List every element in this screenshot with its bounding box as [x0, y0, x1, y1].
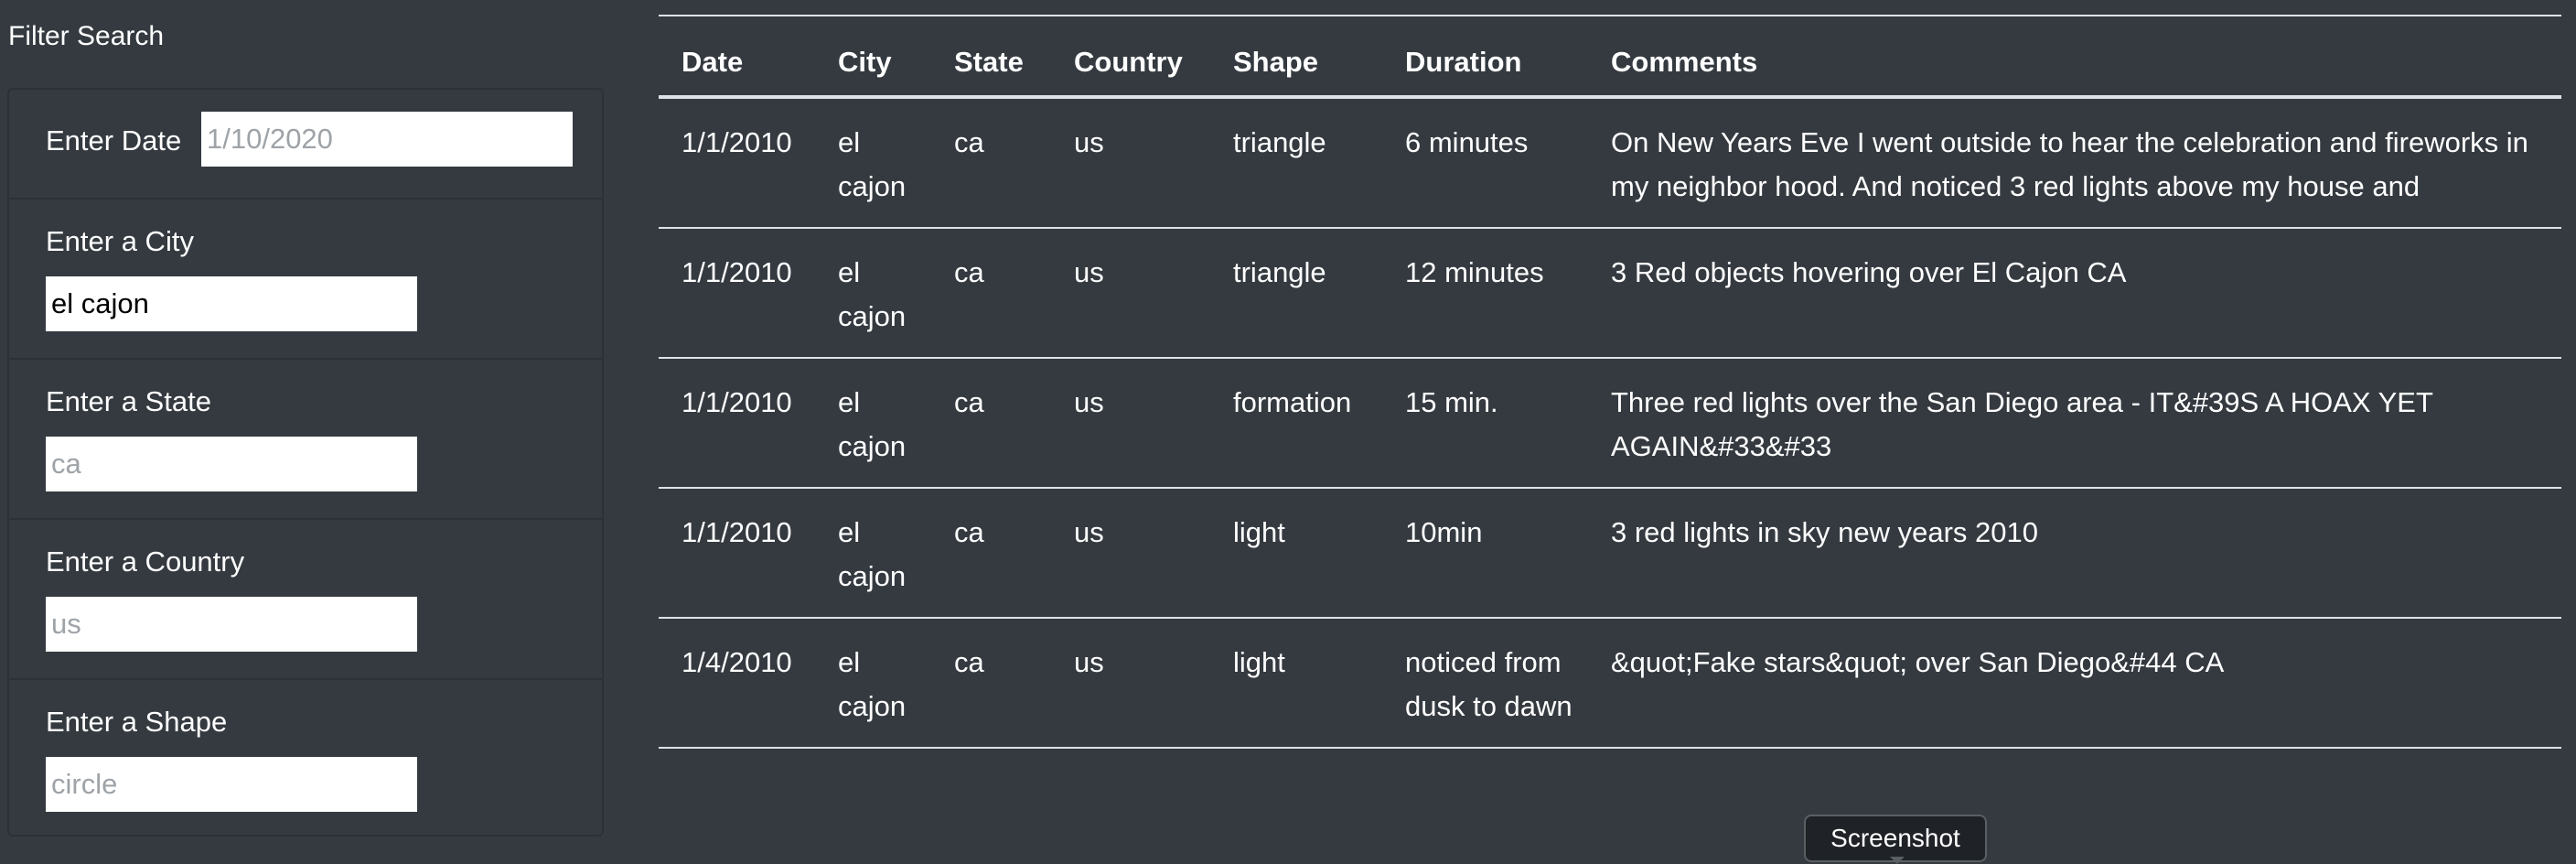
cell-duration: noticed from dusk to dawn	[1382, 618, 1588, 749]
filter-group-date: Enter Date	[9, 90, 602, 200]
cell-duration: 6 minutes	[1382, 97, 1588, 229]
shape-input[interactable]	[46, 757, 417, 812]
cell-comments: Three red lights over the San Diego area…	[1588, 358, 2561, 489]
cell-city: el cajon	[815, 228, 931, 359]
cell-state: ca	[931, 97, 1051, 229]
city-label: Enter a City	[46, 225, 194, 257]
cell-city: el cajon	[815, 97, 931, 229]
table-header-row: Date City State Country Shape Duration C…	[659, 15, 2561, 99]
filter-group-city: Enter a City	[9, 200, 602, 360]
cell-date: 1/1/2010	[659, 488, 815, 619]
filter-search-title: Filter Search	[8, 21, 165, 51]
screenshot-tooltip: Screenshot	[1804, 815, 1987, 862]
cell-state: ca	[931, 228, 1051, 359]
country-input[interactable]	[46, 597, 417, 652]
column-header-shape: Shape	[1210, 15, 1382, 99]
cell-comments: 3 Red objects hovering over El Cajon CA	[1588, 228, 2561, 359]
table-row: 1/4/2010 el cajon ca us light noticed fr…	[659, 618, 2561, 749]
state-label: Enter a State	[46, 385, 211, 417]
date-input[interactable]	[201, 112, 573, 167]
cell-country: us	[1051, 228, 1210, 359]
cell-shape: light	[1210, 488, 1382, 619]
state-input[interactable]	[46, 437, 417, 491]
cell-date: 1/4/2010	[659, 618, 815, 749]
results-table: Date City State Country Shape Duration C…	[659, 15, 2561, 749]
filter-group-country: Enter a Country	[9, 520, 602, 680]
cell-date: 1/1/2010	[659, 97, 815, 229]
cell-shape: triangle	[1210, 228, 1382, 359]
table-row: 1/1/2010 el cajon ca us formation 15 min…	[659, 358, 2561, 489]
cell-shape: triangle	[1210, 97, 1382, 229]
column-header-country: Country	[1051, 15, 1210, 99]
column-header-date: Date	[659, 15, 815, 99]
cell-city: el cajon	[815, 488, 931, 619]
country-label: Enter a Country	[46, 545, 245, 578]
cell-comments: &quot;Fake stars&quot; over San Diego&#4…	[1588, 618, 2561, 749]
cell-duration: 15 min.	[1382, 358, 1588, 489]
cell-comments: 3 red lights in sky new years 2010	[1588, 488, 2561, 619]
cell-state: ca	[931, 618, 1051, 749]
column-header-state: State	[931, 15, 1051, 99]
cell-date: 1/1/2010	[659, 358, 815, 489]
table-row: 1/1/2010 el cajon ca us triangle 12 minu…	[659, 228, 2561, 359]
shape-label: Enter a Shape	[46, 706, 228, 738]
cell-city: el cajon	[815, 358, 931, 489]
column-header-comments: Comments	[1588, 15, 2561, 99]
date-label: Enter Date	[46, 124, 182, 157]
cell-country: us	[1051, 488, 1210, 619]
cell-country: us	[1051, 358, 1210, 489]
cell-date: 1/1/2010	[659, 228, 815, 359]
cell-shape: light	[1210, 618, 1382, 749]
city-input[interactable]	[46, 276, 417, 331]
results-table-container: Date City State Country Shape Duration C…	[659, 15, 2561, 749]
cell-state: ca	[931, 488, 1051, 619]
cell-comments: On New Years Eve I went outside to hear …	[1588, 97, 2561, 229]
filter-group-shape: Enter a Shape	[9, 680, 602, 836]
cell-city: el cajon	[815, 618, 931, 749]
cell-duration: 10min	[1382, 488, 1588, 619]
cell-country: us	[1051, 618, 1210, 749]
filter-panel: Enter Date Enter a City Enter a State En…	[7, 88, 604, 837]
column-header-city: City	[815, 15, 931, 99]
cell-state: ca	[931, 358, 1051, 489]
table-row: 1/1/2010 el cajon ca us light 10min 3 re…	[659, 488, 2561, 619]
cell-country: us	[1051, 97, 1210, 229]
cell-duration: 12 minutes	[1382, 228, 1588, 359]
cell-shape: formation	[1210, 358, 1382, 489]
tooltip-arrow-icon	[1890, 857, 1905, 864]
table-row: 1/1/2010 el cajon ca us triangle 6 minut…	[659, 97, 2561, 229]
filter-group-state: Enter a State	[9, 360, 602, 520]
column-header-duration: Duration	[1382, 15, 1588, 99]
